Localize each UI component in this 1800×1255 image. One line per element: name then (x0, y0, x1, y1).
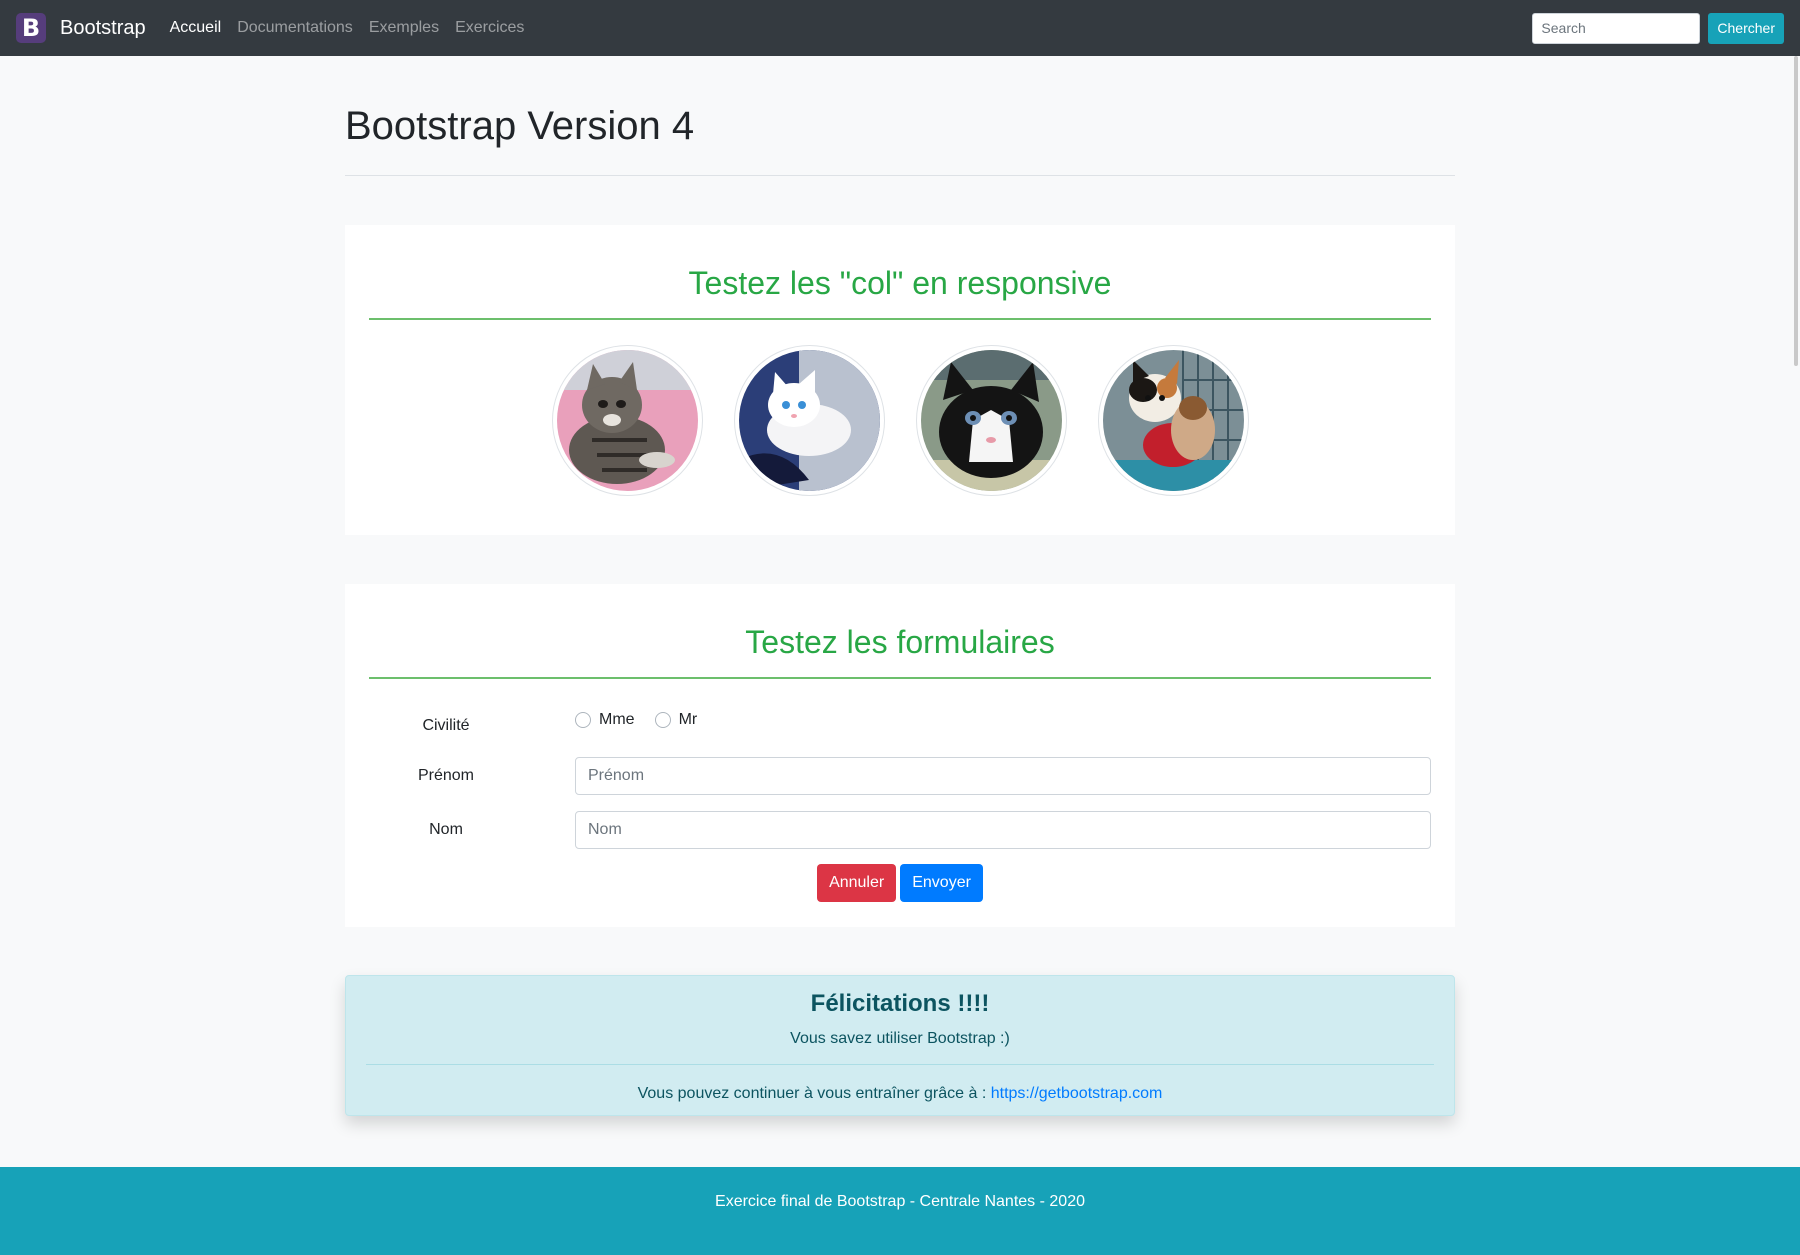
getbootstrap-link[interactable]: https://getbootstrap.com (991, 1085, 1163, 1102)
lastname-label: Nom (429, 821, 463, 838)
title-divider (345, 175, 1455, 176)
navbar: B Bootstrap Accueil Documentations Exemp… (0, 0, 1800, 56)
kitten-photo-black-white (916, 345, 1067, 496)
civility-radio-group: Mme Mr (575, 711, 697, 729)
firstname-label: Prénom (417, 767, 475, 784)
kitten-photo-white (734, 345, 885, 496)
cancel-button[interactable]: Annuler (817, 864, 897, 902)
radio-mr[interactable]: Mr (654, 711, 698, 729)
lastname-row: Nom (369, 811, 1431, 849)
alert-heading: Félicitations !!!! (810, 990, 990, 1017)
form-title: Testez les formulaires (745, 624, 1055, 660)
footer-text: Exercice final de Bootstrap - Centrale N… (715, 1193, 1085, 1210)
nav-link-exemples[interactable]: Exemples (369, 19, 439, 37)
nav-link-exercices[interactable]: Exercices (455, 19, 524, 37)
scrollbar-thumb[interactable] (1794, 56, 1798, 366)
page-footer: Exercice final de Bootstrap - Centrale N… (0, 1167, 1800, 1255)
search-input[interactable] (1532, 12, 1701, 44)
radio-mr-circle[interactable] (654, 712, 671, 728)
success-alert: Félicitations !!!! Vous savez utiliser B… (345, 975, 1455, 1116)
bootstrap-logo-icon[interactable]: B (16, 13, 46, 43)
alert-divider (366, 1064, 1434, 1065)
gallery-card: Testez les "col" en responsive (345, 225, 1455, 535)
kitten-photo-tabby (552, 345, 703, 496)
nav-link-documentations[interactable]: Documentations (237, 19, 353, 37)
civility-row: Civilité Mme Mr (369, 711, 1431, 741)
radio-mme-label[interactable]: Mme (599, 711, 635, 729)
page-title: Bootstrap Version 4 (345, 104, 695, 148)
alert-footer: Vous pouvez continuer à vous entraîner g… (346, 1085, 1454, 1103)
form-actions: Annuler Envoyer (345, 864, 1455, 902)
gallery-divider (369, 318, 1431, 320)
radio-mr-label[interactable]: Mr (679, 711, 698, 729)
search-form: Chercher (1532, 12, 1784, 44)
nav-link-accueil[interactable]: Accueil (170, 19, 222, 37)
firstname-row: Prénom (369, 757, 1431, 795)
kitten-photo-calico (1098, 345, 1249, 496)
radio-mme-circle[interactable] (575, 712, 591, 728)
form-divider (369, 677, 1431, 679)
gallery-title: Testez les "col" en responsive (688, 265, 1112, 301)
firstname-input[interactable] (575, 757, 1431, 795)
radio-mme[interactable]: Mme (575, 711, 635, 729)
brand-link[interactable]: Bootstrap (60, 17, 146, 40)
civility-label: Civilité (422, 717, 470, 734)
lastname-input[interactable] (575, 811, 1431, 849)
alert-footer-text: Vous pouvez continuer à vous entraîner g… (637, 1085, 987, 1102)
kitten-gallery (552, 345, 1249, 496)
form-card: Testez les formulaires Civilité Mme Mr P… (345, 584, 1455, 927)
search-button[interactable]: Chercher (1708, 12, 1784, 44)
submit-button[interactable]: Envoyer (900, 864, 983, 902)
alert-subtext: Vous savez utiliser Bootstrap :) (790, 1030, 1010, 1047)
